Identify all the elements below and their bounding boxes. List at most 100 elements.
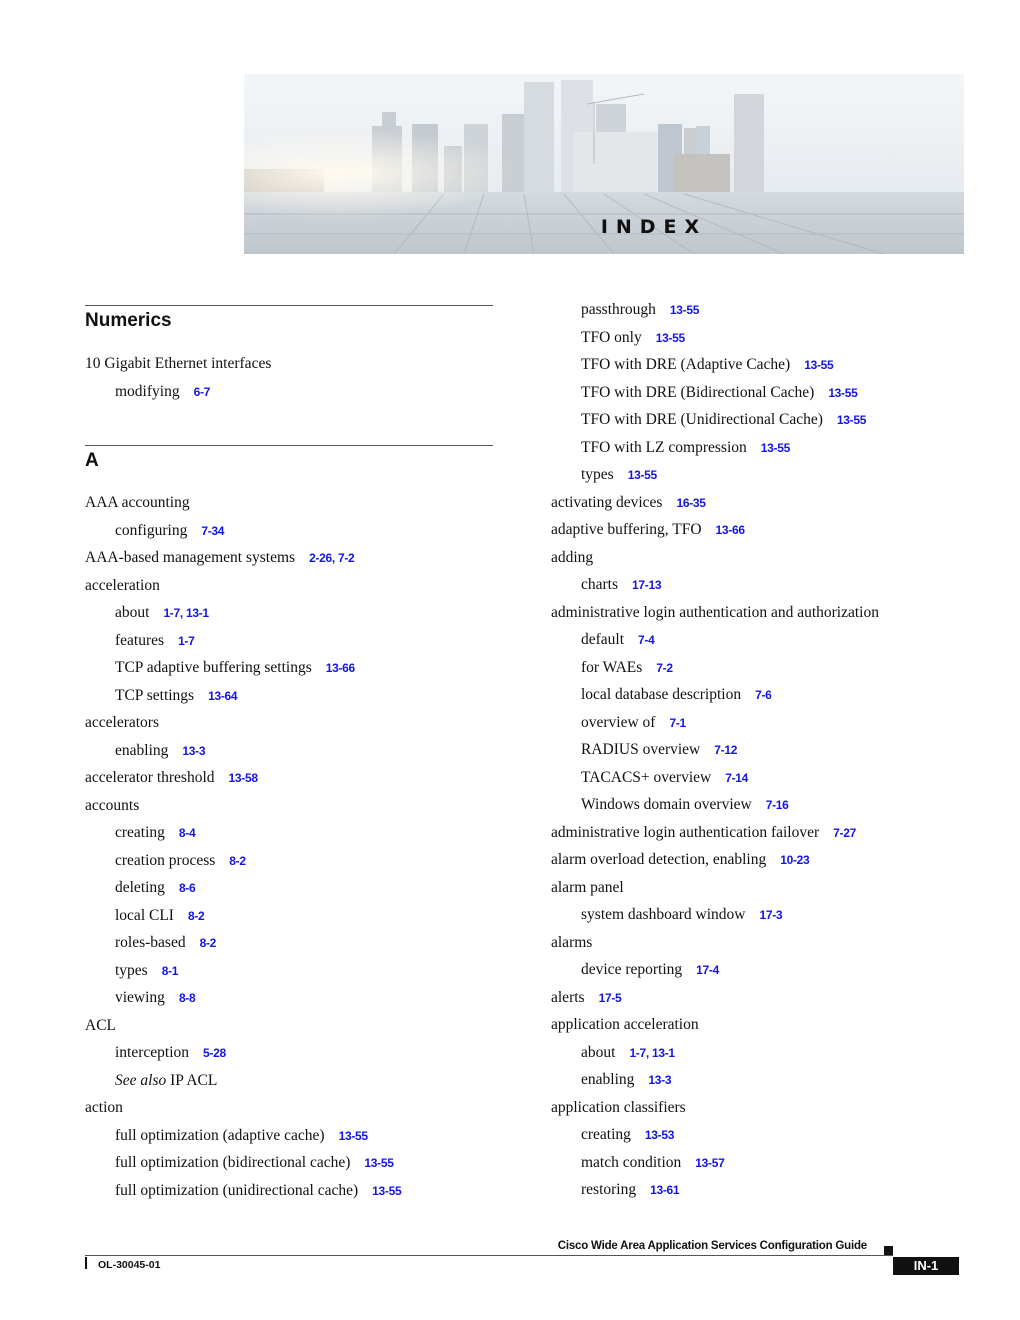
entry-term: viewing: [115, 989, 165, 1006]
index-subentry: types 13-55: [551, 466, 657, 484]
page-reference-link[interactable]: 7-34: [201, 524, 224, 538]
entry-term: TFO with DRE (Unidirectional Cache): [581, 411, 823, 428]
index-subentry: system dashboard window 17-3: [551, 906, 783, 924]
page-reference-link[interactable]: 7-14: [725, 771, 748, 785]
page-reference-link[interactable]: 7-1: [669, 716, 686, 730]
entry-term: application acceleration: [551, 1016, 699, 1033]
entry-term: configuring: [115, 521, 188, 539]
page-reference-link[interactable]: 8-2: [200, 936, 217, 950]
entry-term: system dashboard window: [581, 906, 746, 923]
page-reference-link[interactable]: 1-7: [178, 634, 195, 648]
page-reference-link[interactable]: 13-55: [364, 1156, 394, 1170]
entry-term: TACACS+ overview: [581, 768, 712, 786]
page-reference-link[interactable]: 1-7, 13-1: [163, 606, 209, 620]
page-reference-link[interactable]: 17-3: [759, 908, 782, 922]
index-entry: alerts 17-5: [551, 989, 622, 1007]
entry-term: ACL: [85, 1016, 116, 1034]
page-reference-link[interactable]: 16-35: [676, 496, 706, 510]
footer-bar: [85, 1257, 87, 1269]
entry-term: features: [115, 631, 165, 649]
entry-term: application classifiers: [551, 1098, 686, 1116]
footer-rule: [85, 1255, 893, 1256]
page-reference-link[interactable]: 13-3: [648, 1073, 671, 1087]
page-reference-link[interactable]: 7-12: [714, 743, 737, 757]
index-subentry: overview of 7-1: [551, 714, 686, 732]
page-reference-link[interactable]: 13-64: [208, 689, 238, 703]
index-entry: application acceleration: [551, 1016, 699, 1034]
page-reference-link[interactable]: 8-4: [179, 826, 196, 840]
index-entry: action: [85, 1099, 123, 1117]
index-subentry: passthrough 13-55: [551, 301, 699, 319]
index-subentry: charts 17-13: [551, 576, 662, 594]
page-reference-link[interactable]: 13-66: [326, 661, 356, 675]
page-reference-link[interactable]: 13-57: [695, 1156, 725, 1170]
entry-term: full optimization (unidirectional cache): [115, 1181, 359, 1199]
page-reference-link[interactable]: 8-1: [162, 964, 179, 978]
index-subentry: See also IP ACL: [85, 1072, 217, 1090]
page-reference-link[interactable]: 13-55: [372, 1184, 402, 1198]
index-subentry: enabling 13-3: [85, 742, 206, 760]
index-subentry: enabling 13-3: [551, 1071, 672, 1089]
entry-term: interception: [115, 1044, 190, 1061]
index-entry: alarms: [551, 934, 592, 952]
page-reference-link[interactable]: 17-13: [632, 578, 662, 592]
page-reference-link[interactable]: 7-4: [638, 633, 655, 647]
page-reference-link[interactable]: 17-5: [599, 991, 622, 1005]
page-reference-link[interactable]: 13-55: [628, 468, 658, 482]
page-reference-link[interactable]: 13-55: [761, 441, 791, 455]
entry-term: AAA accounting: [85, 494, 190, 511]
page-reference-link[interactable]: 13-55: [339, 1129, 369, 1143]
page-reference-link[interactable]: 13-55: [804, 358, 834, 372]
index-entry: accelerator threshold 13-58: [85, 769, 258, 787]
page-reference-link[interactable]: 8-2: [229, 854, 246, 868]
entry-term: RADIUS overview: [581, 741, 701, 758]
index-subentry: full optimization (bidirectional cache) 1…: [85, 1154, 394, 1172]
entry-term: IP ACL: [170, 1071, 218, 1089]
entry-term: creation process: [115, 851, 216, 869]
page-reference-link[interactable]: 7-2: [656, 661, 673, 675]
index-subentry: TFO with DRE (Adaptive Cache) 13-55: [551, 356, 834, 374]
page-reference-link[interactable]: 13-53: [645, 1128, 675, 1142]
index-entry: ACL: [85, 1017, 116, 1035]
index-entry: activating devices 16-35: [551, 494, 706, 512]
entry-term: about: [581, 1043, 616, 1061]
index-subentry: TFO with DRE (Unidirectional Cache) 13-55: [551, 411, 866, 429]
page-reference-link[interactable]: 2-26, 7-2: [309, 551, 355, 565]
entry-term: types: [115, 961, 148, 979]
page-reference-link[interactable]: 17-4: [696, 963, 719, 977]
index-entry: acceleration: [85, 577, 160, 595]
page-reference-link[interactable]: 13-55: [670, 303, 700, 317]
index-subentry: about 1-7, 13-1: [551, 1044, 675, 1062]
index-subentry: TCP settings 13-64: [85, 687, 238, 705]
index-entry: AAA accounting: [85, 494, 190, 512]
page-reference-link[interactable]: 13-61: [650, 1183, 680, 1197]
index-subentry: full optimization (unidirectional cache)…: [85, 1181, 402, 1200]
page-reference-link[interactable]: 5-28: [203, 1046, 226, 1060]
entry-term: full optimization (adaptive cache): [115, 1126, 325, 1144]
page-reference-link[interactable]: 7-27: [833, 826, 856, 840]
index-subentry: TACACS+ overview 7-14: [551, 769, 748, 787]
index-subentry: types 8-1: [85, 962, 178, 980]
page-reference-link[interactable]: 7-6: [755, 688, 772, 702]
page-reference-link[interactable]: 13-55: [837, 413, 867, 427]
page-reference-link[interactable]: 6-7: [194, 385, 211, 399]
page-reference-link[interactable]: 1-7, 13-1: [629, 1046, 675, 1060]
page-reference-link[interactable]: 13-66: [716, 523, 746, 537]
page-reference-link[interactable]: 8-2: [188, 909, 205, 923]
entry-term: creating: [115, 824, 165, 841]
index-entry: 10 Gigabit Ethernet interfaces: [85, 355, 271, 373]
page-reference-link[interactable]: 8-8: [179, 991, 196, 1005]
entry-term: TFO with LZ compression: [581, 438, 747, 456]
page-reference-link[interactable]: 13-55: [656, 331, 686, 345]
entry-term: local CLI: [115, 906, 174, 924]
index-entry: accounts: [85, 797, 139, 815]
page-reference-link[interactable]: 13-3: [182, 744, 205, 758]
footer-page-number: IN-1: [893, 1257, 959, 1275]
page-reference-link[interactable]: 13-55: [828, 386, 858, 400]
page-reference-link[interactable]: 8-6: [179, 881, 196, 895]
index-subentry: creating 13-53: [551, 1126, 674, 1144]
page-reference-link[interactable]: 13-58: [229, 771, 259, 785]
page-reference-link[interactable]: 7-16: [766, 798, 789, 812]
index-subentry: roles-based 8-2: [85, 934, 216, 952]
page-reference-link[interactable]: 10-23: [780, 853, 810, 867]
